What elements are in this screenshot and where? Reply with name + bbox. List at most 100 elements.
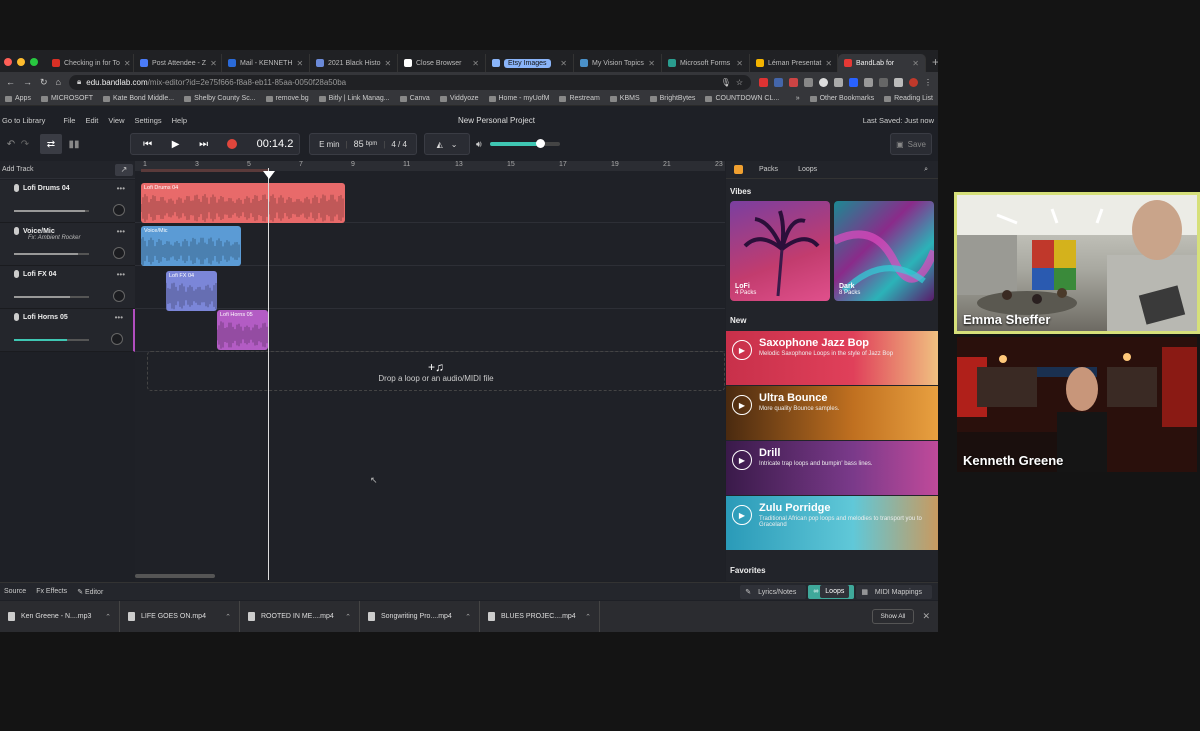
track-name[interactable]: Lofi Drums 04 <box>23 185 70 192</box>
extension-icon[interactable] <box>819 77 828 87</box>
close-window-icon[interactable] <box>4 58 12 66</box>
chevron-up-icon[interactable]: ⌃ <box>465 613 471 621</box>
video-tile-kenneth[interactable]: Kenneth Greene <box>957 337 1197 472</box>
more-options-icon[interactable]: ••• <box>117 270 125 279</box>
extension-icon[interactable] <box>894 77 903 87</box>
time-signature[interactable]: 4 / 4 <box>391 140 407 149</box>
bookmark-item[interactable]: Viddyoze <box>439 95 479 102</box>
bookmark-item[interactable]: Canva <box>399 95 430 102</box>
browser-tab[interactable]: Microsoft Forms ✕ <box>662 54 750 72</box>
track-name[interactable]: Lofi FX 04 <box>23 271 56 278</box>
metronome-icon[interactable]: ◭ <box>437 140 443 149</box>
more-options-icon[interactable]: ••• <box>117 227 125 236</box>
skip-forward-icon[interactable]: ⏭︎ <box>193 134 215 154</box>
redo-icon[interactable]: ↷ <box>14 134 36 154</box>
track-lane[interactable]: Voice/Mic <box>135 223 725 266</box>
chevron-up-icon[interactable]: ⌃ <box>345 613 351 621</box>
chevron-down-icon[interactable]: ⌄ <box>451 140 458 149</box>
forward-arrow-icon[interactable]: → <box>23 77 32 87</box>
extension-icon[interactable] <box>879 77 888 87</box>
track-lane[interactable]: Lofi Drums 04 <box>135 180 725 223</box>
audio-clip[interactable]: Lofi Horns 05 <box>217 310 268 350</box>
track-lane[interactable]: Lofi Horns 05 <box>135 309 725 352</box>
video-tile-emma[interactable]: Emma Sheffer <box>954 192 1200 334</box>
browser-tab[interactable]: Close Browser ✕ <box>398 54 486 72</box>
profile-icon[interactable] <box>909 77 918 87</box>
vibe-card-lofi[interactable]: LoFi 4 Packs <box>730 201 830 301</box>
audio-clip[interactable]: Lofi Drums 04 <box>141 183 345 223</box>
extension-icon[interactable] <box>774 77 783 87</box>
download-item[interactable]: ROOTED IN ME....mp4 ⌃ <box>240 601 360 632</box>
midi-mappings-button[interactable]: ▦ MIDI Mappings <box>856 584 932 599</box>
bookmark-star-icon[interactable]: ☆ <box>736 78 743 87</box>
pack-card[interactable]: ▶ Zulu Porridge Traditional African pop … <box>726 496 938 550</box>
play-icon[interactable]: ▶ <box>165 134 187 154</box>
bookmark-item[interactable]: COUNTDOWN CL... <box>705 95 779 102</box>
track-effect[interactable]: Fx: Ambient Rocker <box>28 235 129 241</box>
bookmark-item[interactable]: Apps <box>5 95 31 102</box>
close-tab-icon[interactable]: ✕ <box>736 59 743 68</box>
close-tab-icon[interactable]: ✕ <box>648 59 655 68</box>
track-name[interactable]: Lofi Horns 05 <box>23 314 68 321</box>
menu-item-file[interactable]: File <box>63 116 75 125</box>
bookmark-item[interactable]: BrightBytes <box>649 95 695 102</box>
close-tab-icon[interactable]: ✕ <box>385 59 392 68</box>
mic-icon[interactable]: 🎙︎ <box>721 78 731 87</box>
automation-icon[interactable]: ↗ <box>115 163 133 176</box>
bpm-value[interactable]: 85 <box>354 139 364 149</box>
bookmark-item[interactable]: KBMS <box>609 95 640 102</box>
browser-tab[interactable]: Mail - KENNETH ✕ <box>222 54 310 72</box>
drop-zone[interactable]: +♫ Drop a loop or an audio/MIDI file <box>147 351 725 391</box>
bookmark-item[interactable]: Shelby County Sc... <box>184 95 256 102</box>
browser-tab[interactable]: Etsy Images ✕ <box>486 54 574 72</box>
tab-loops[interactable]: Loops <box>788 166 827 173</box>
extension-icon[interactable] <box>834 77 843 87</box>
close-tab-icon[interactable]: ✕ <box>210 59 217 68</box>
puzzle-icon[interactable] <box>864 77 873 87</box>
reload-icon[interactable]: ↻ <box>40 77 48 88</box>
extension-icon[interactable] <box>759 77 768 87</box>
bandlab-sounds-icon[interactable] <box>734 165 743 174</box>
track-volume-slider[interactable] <box>14 210 89 212</box>
bookmark-item[interactable]: Restream <box>559 95 600 102</box>
pan-knob[interactable] <box>113 204 125 216</box>
project-title[interactable]: New Personal Project <box>458 116 535 125</box>
track-header[interactable]: Lofi Horns 05 ••• <box>0 309 135 352</box>
browser-tab[interactable]: Checking in for To ✕ <box>46 54 134 72</box>
track-header[interactable]: Voice/Mic Fx: Ambient Rocker ••• <box>0 223 135 266</box>
menu-item-settings[interactable]: Settings <box>135 116 162 125</box>
bookmark-item[interactable]: Bitly | Link Manag... <box>318 95 390 102</box>
chevron-up-icon[interactable]: ⌃ <box>585 613 591 621</box>
browser-tab[interactable]: My Vision Topics ✕ <box>574 54 662 72</box>
extension-icon[interactable] <box>849 77 858 87</box>
close-tab-icon[interactable]: ✕ <box>297 59 304 68</box>
bookmark-item[interactable]: MICROSOFT <box>40 95 93 102</box>
track-volume-slider[interactable] <box>14 296 89 298</box>
maximize-window-icon[interactable] <box>30 58 38 66</box>
split-icon[interactable]: ▮▮ <box>63 134 85 154</box>
extension-icon[interactable] <box>789 77 798 87</box>
browser-tab[interactable]: 2021 Black Histo ✕ <box>310 54 398 72</box>
bookmark-item[interactable]: Kate Bond Middle... <box>102 95 174 102</box>
menu-item-help[interactable]: Help <box>172 116 187 125</box>
more-options-icon[interactable]: ••• <box>115 313 123 322</box>
play-icon[interactable]: ▶ <box>732 505 752 525</box>
track-name[interactable]: Voice/Mic <box>23 228 55 235</box>
menu-item-edit[interactable]: Edit <box>85 116 98 125</box>
close-tab-icon[interactable]: ✕ <box>825 59 832 68</box>
effects-tab[interactable]: Fx Effects <box>36 588 67 596</box>
menu-icon[interactable]: ⋮ <box>924 78 932 87</box>
play-icon[interactable]: ▶ <box>732 340 752 360</box>
go-to-library-link[interactable]: Go to Library <box>2 116 45 125</box>
browser-tab[interactable]: Léman Presentat ✕ <box>750 54 838 72</box>
bookmark-item[interactable]: Home - myUofM <box>488 95 549 102</box>
play-icon[interactable]: ▶ <box>732 395 752 415</box>
more-options-icon[interactable]: ••• <box>117 184 125 193</box>
loop-region[interactable] <box>141 169 269 172</box>
bookmarks-more[interactable]: » <box>796 95 800 102</box>
show-all-button[interactable]: Show All <box>871 609 915 624</box>
add-track-button[interactable]: Add Track <box>2 166 34 173</box>
track-header[interactable]: Lofi Drums 04 ••• <box>0 180 135 223</box>
track-volume-slider[interactable] <box>14 253 89 255</box>
bookmark-item[interactable]: remove.bg <box>265 95 309 102</box>
